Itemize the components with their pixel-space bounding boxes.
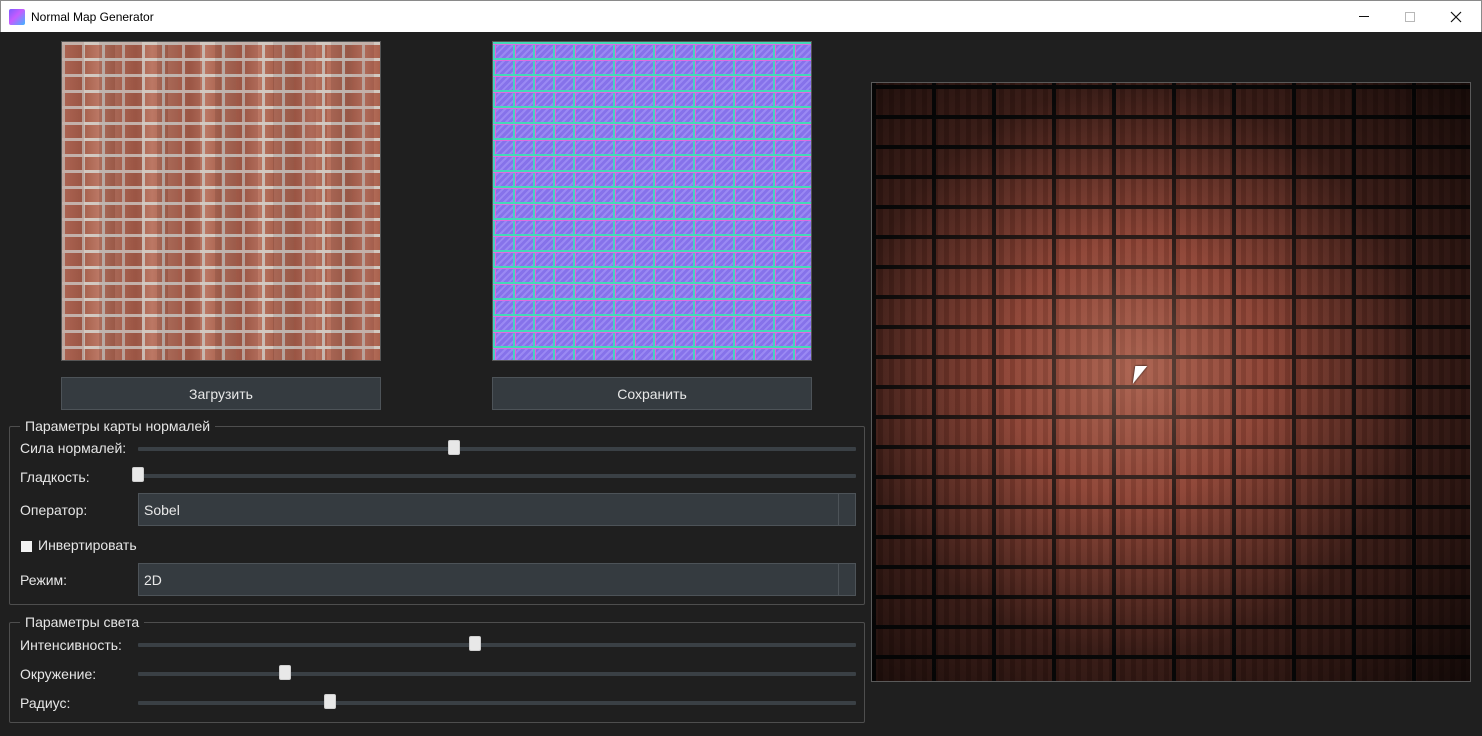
radius-label: Радиус:: [20, 695, 71, 711]
lit-preview-image[interactable]: [871, 82, 1471, 682]
operator-select[interactable]: Sobel: [138, 493, 856, 526]
mode-value: 2D: [144, 572, 162, 588]
maximize-button[interactable]: [1387, 1, 1433, 32]
ambient-label: Окружение:: [20, 666, 97, 682]
minimize-icon: [1359, 16, 1369, 17]
window-title: Normal Map Generator: [31, 10, 154, 24]
preview-light-spot: [872, 83, 1470, 681]
mode-label: Режим:: [20, 572, 68, 588]
slider-track: [138, 701, 856, 705]
slider-handle[interactable]: [447, 440, 460, 455]
normal-map-image: [492, 41, 812, 361]
mode-select[interactable]: 2D: [138, 563, 856, 596]
slider-track: [138, 643, 856, 647]
slider-handle[interactable]: [469, 636, 482, 651]
invert-label: Инвертировать: [38, 537, 137, 553]
minimize-button[interactable]: [1341, 1, 1387, 32]
invert-checkbox[interactable]: [21, 541, 32, 552]
slider-track: [138, 447, 856, 451]
title-bar: Normal Map Generator: [0, 0, 1482, 32]
slider-track: [138, 672, 856, 676]
normal-params-title: Параметры карты нормалей: [20, 418, 216, 434]
source-texture-image: [61, 41, 381, 361]
operator-label: Оператор:: [20, 502, 88, 518]
normal-map-params-group: Параметры карты нормалей Сила нормалей: …: [9, 418, 865, 605]
strength-slider[interactable]: [138, 440, 856, 456]
maximize-icon: [1405, 11, 1415, 22]
close-button[interactable]: [1433, 1, 1479, 32]
mouse-cursor-icon: [1132, 366, 1148, 384]
app-icon: [9, 9, 25, 25]
load-button[interactable]: Загрузить: [61, 377, 381, 410]
light-params-title: Параметры света: [20, 614, 145, 630]
ambient-slider[interactable]: [138, 665, 856, 681]
dropdown-arrow-icon[interactable]: [838, 564, 855, 595]
close-icon: [1450, 11, 1462, 22]
slider-handle[interactable]: [279, 665, 292, 680]
slider-handle[interactable]: [132, 467, 144, 482]
slider-handle[interactable]: [323, 694, 336, 709]
main-client-area: Загрузить Сохранить Параметры карты норм…: [0, 32, 1482, 736]
operator-value: Sobel: [144, 502, 180, 518]
intensity-label: Интенсивность:: [20, 637, 122, 653]
light-params-group: Параметры света Интенсивность: Окружение…: [9, 614, 865, 723]
smoothness-label: Гладкость:: [20, 469, 90, 485]
radius-slider[interactable]: [138, 694, 856, 710]
smoothness-slider[interactable]: [132, 467, 856, 483]
save-button[interactable]: Сохранить: [492, 377, 812, 410]
dropdown-arrow-icon[interactable]: [838, 494, 855, 525]
strength-label: Сила нормалей:: [20, 440, 127, 456]
intensity-slider[interactable]: [138, 636, 856, 652]
slider-track: [138, 474, 856, 478]
